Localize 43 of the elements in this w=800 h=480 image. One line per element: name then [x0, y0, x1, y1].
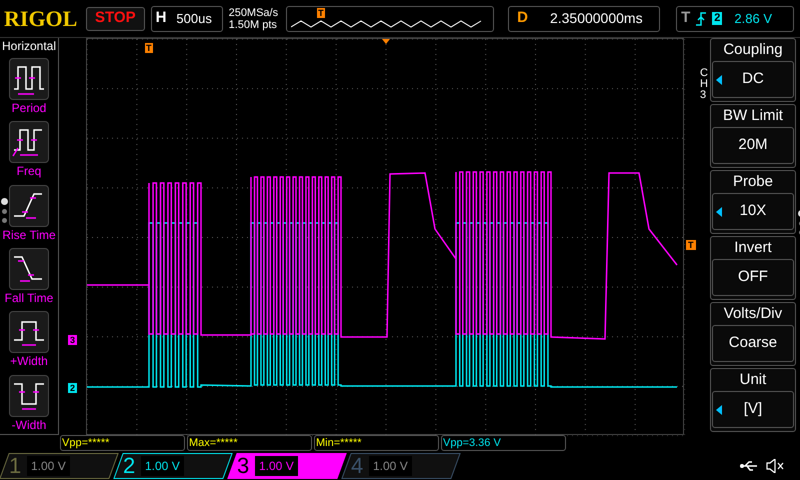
delay-value: 2.35000000ms	[550, 9, 643, 28]
softkey-button[interactable]: BW Limit 20M	[710, 104, 796, 168]
delay-display[interactable]: D 2.35000000ms	[508, 6, 660, 32]
trigger-position-marker: T	[145, 43, 152, 53]
trigger-display[interactable]: T 2 2.86 V	[676, 6, 794, 32]
timebase-display[interactable]: H 500us	[150, 6, 223, 32]
rising-edge-icon	[696, 12, 706, 26]
delay-label: D	[516, 8, 529, 28]
channel-tab[interactable]: 4 1.00 V	[341, 453, 461, 479]
channel-marker[interactable]: 2	[68, 383, 78, 393]
usb-icon	[740, 460, 758, 472]
channel-marker[interactable]: 3	[68, 335, 78, 345]
trigger-label: T	[681, 8, 690, 28]
brand-logo: RIGOL	[4, 5, 78, 33]
trigger-level-marker[interactable]: T	[686, 240, 696, 250]
trigger-position-icon	[382, 39, 390, 44]
timebase-value: 500us	[176, 10, 212, 28]
trigger-position-marker: T	[317, 8, 325, 18]
adjust-arrow-icon	[716, 404, 722, 414]
channel-tab[interactable]: 3 1.00 V	[227, 453, 347, 479]
sample-rate: 250MSa/s	[228, 6, 278, 18]
softkey-button[interactable]: Probe 10X	[710, 170, 796, 234]
softkey-button[interactable]: Coupling DC	[710, 38, 796, 102]
channel-tab[interactable]: 2 1.00 V	[113, 453, 233, 479]
channel-title: CH3	[700, 68, 708, 103]
measurement-readout: Vpp=*****	[60, 435, 185, 451]
softkey-button[interactable]: Volts/Div Coarse	[710, 302, 796, 366]
adjust-arrow-icon	[716, 206, 722, 216]
measurement-readout: Vpp=3.36 V	[441, 435, 566, 451]
menu-title: Horizontal	[2, 38, 56, 54]
trigger-source: 2	[712, 12, 722, 25]
softkey-button[interactable]: Unit [V]	[710, 368, 796, 432]
adjust-arrow-icon	[716, 74, 722, 84]
memory-depth: 1.50M pts	[228, 18, 278, 30]
channel-tab[interactable]: 1 1.00 V	[0, 453, 119, 479]
page-indicator-icon	[1, 198, 8, 223]
trigger-level: 2.86 V	[734, 10, 772, 28]
measurement-readout: Min=*****	[314, 435, 439, 451]
softkey-button[interactable]: Invert OFF	[710, 236, 796, 300]
run-status[interactable]: STOP	[86, 6, 145, 30]
speaker-muted-icon[interactable]	[766, 459, 784, 473]
measurement-readout: Max=*****	[187, 435, 312, 451]
horizontal-label: H	[154, 8, 168, 28]
